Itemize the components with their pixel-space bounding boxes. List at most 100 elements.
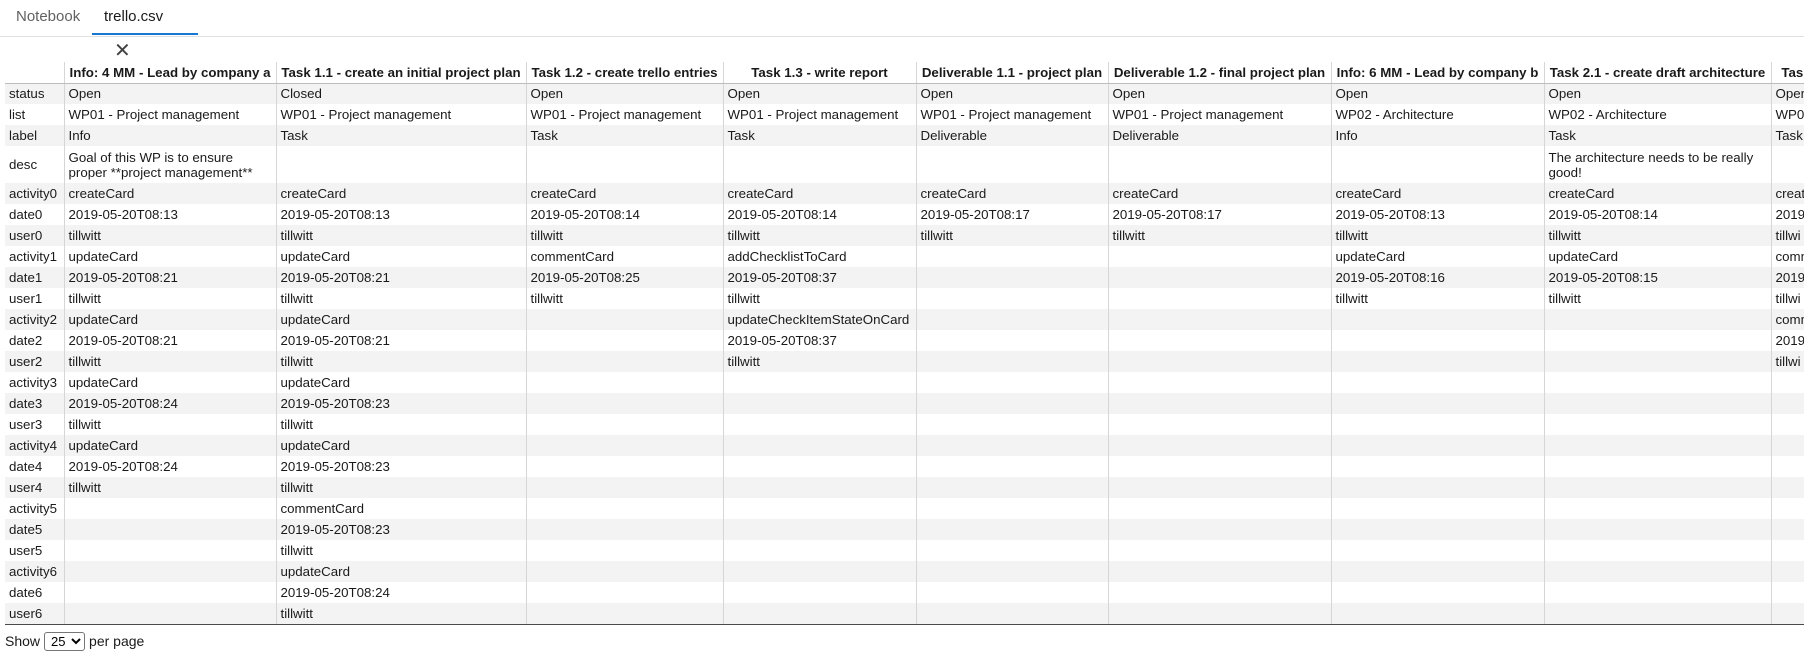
- table-cell: [526, 435, 724, 456]
- table-cell: [1331, 351, 1545, 372]
- tab-notebook-label: Notebook: [16, 8, 81, 25]
- column-header: Info: 4 MM - Lead by company a: [64, 62, 277, 84]
- table-cell: [1108, 309, 1332, 330]
- table-cell: tillwitt: [723, 351, 917, 372]
- table-cell: 2019-05-20T08:16: [1331, 267, 1545, 288]
- table-cell: [526, 456, 724, 477]
- table-cell: [916, 561, 1109, 582]
- table-cell: updateCard: [1544, 246, 1772, 267]
- table-cell: [64, 582, 277, 603]
- row-header: activity2: [5, 309, 65, 330]
- table-cell: [1331, 456, 1545, 477]
- table-cell: tillwitt: [723, 288, 917, 309]
- table-cell: [1544, 456, 1772, 477]
- table-cell: [1771, 372, 1804, 393]
- table-cell: [1544, 309, 1772, 330]
- table-row: date3 2019-05-20T08:24 2019-05-20T08:23: [5, 393, 1804, 414]
- table-cell: [64, 498, 277, 519]
- table-cell: updateCard: [1331, 246, 1545, 267]
- table-cell: tillwitt: [526, 288, 724, 309]
- csv-grid: Info: 4 MM - Lead by company a Task 1.1 -…: [5, 62, 1804, 629]
- table-cell: [1771, 435, 1804, 456]
- table-cell: [916, 603, 1109, 625]
- table-cell: Open: [526, 83, 724, 104]
- table-cell: [1108, 582, 1332, 603]
- column-header: Task 1.3 - write report: [723, 62, 917, 84]
- table-cell: Task: [276, 125, 527, 146]
- table-cell: [1108, 498, 1332, 519]
- table-cell: [1544, 540, 1772, 561]
- table-cell: [1331, 309, 1545, 330]
- table-cell: [723, 603, 917, 625]
- table-cell: [526, 582, 724, 603]
- table-cell: [723, 372, 917, 393]
- table-cell: WP02 - Architecture: [1331, 104, 1545, 125]
- table-cell: [1108, 456, 1332, 477]
- table-cell: tillwitt: [1544, 225, 1772, 246]
- table-cell: 2019-05-20T08:14: [526, 204, 724, 225]
- table-cell: 2019-05-20T08:14: [723, 204, 917, 225]
- table-cell: [1771, 477, 1804, 498]
- table-cell: Open: [1108, 83, 1332, 104]
- table-cell: [1331, 477, 1545, 498]
- table-cell: [916, 414, 1109, 435]
- table-cell: [1771, 561, 1804, 582]
- table-row: activity6 updateCard: [5, 561, 1804, 582]
- table-cell: Task: [1544, 125, 1772, 146]
- table-row: status Open Closed Open Open Open Open Open Open…: [5, 83, 1804, 104]
- table-cell: 2019-05-20T08:17: [916, 204, 1109, 225]
- per-page-select[interactable]: 25: [44, 632, 86, 651]
- table-cell: [916, 267, 1109, 288]
- table-cell: updateCard: [276, 309, 527, 330]
- table-cell: tillwitt: [276, 540, 527, 561]
- tab-trello-csv[interactable]: trello.csv✕: [92, 0, 198, 62]
- table-cell: [916, 372, 1109, 393]
- table-cell: createCard: [64, 183, 277, 204]
- table-cell: 2019: [1771, 204, 1804, 225]
- table-cell: [916, 456, 1109, 477]
- table-cell: Goal of this WP is to ensure proper **pr…: [64, 146, 277, 183]
- column-header: Task 1.1 - create an initial project pla…: [276, 62, 527, 84]
- table-cell: [526, 330, 724, 351]
- table-cell: createCard: [276, 183, 527, 204]
- table-cell: [723, 456, 917, 477]
- table-row: user1 tillwitt tillwitt tillwitt tillwitt til…: [5, 288, 1804, 309]
- table-cell: 2019-05-20T08:23: [276, 456, 527, 477]
- table-cell: [1331, 330, 1545, 351]
- table-cell: tillwi: [1771, 225, 1804, 246]
- table-cell: [526, 393, 724, 414]
- table-cell: 2019-05-20T08:21: [64, 330, 277, 351]
- table-cell: 2019-05-20T08:14: [1544, 204, 1772, 225]
- table-row: list WP01 - Project management WP01 - Proj…: [5, 104, 1804, 125]
- table-cell: Deliverable: [916, 125, 1109, 146]
- table-cell: [1108, 435, 1332, 456]
- table-cell: [723, 498, 917, 519]
- column-header: Task 2.1 - create draft architecture: [1544, 62, 1772, 84]
- table-cell: Task: [723, 125, 917, 146]
- table-cell: [1544, 414, 1772, 435]
- table-cell: tillwitt: [1331, 225, 1545, 246]
- table-cell: updateCard: [64, 435, 277, 456]
- table-cell: [1544, 582, 1772, 603]
- table-cell: Closed: [276, 83, 527, 104]
- table-cell: updateCard: [64, 372, 277, 393]
- table-cell: Open: [723, 83, 917, 104]
- table-cell: [526, 351, 724, 372]
- row-header: user5: [5, 540, 65, 561]
- table-cell: [1108, 603, 1332, 625]
- table-cell: [916, 435, 1109, 456]
- table-cell: [916, 246, 1109, 267]
- table-cell: [526, 519, 724, 540]
- table-cell: Info: [64, 125, 277, 146]
- table-cell: [1331, 435, 1545, 456]
- tab-notebook[interactable]: Notebook: [4, 0, 92, 35]
- table-cell: [916, 288, 1109, 309]
- table-cell: commentCard: [526, 246, 724, 267]
- table-cell: [1544, 330, 1772, 351]
- table-cell: [1331, 540, 1545, 561]
- table-cell: [1771, 146, 1804, 183]
- table-cell: tillwitt: [526, 225, 724, 246]
- table-cell: 2019-05-20T08:37: [723, 330, 917, 351]
- table-cell: [526, 372, 724, 393]
- tab-bar: Notebook trello.csv✕: [0, 0, 1804, 62]
